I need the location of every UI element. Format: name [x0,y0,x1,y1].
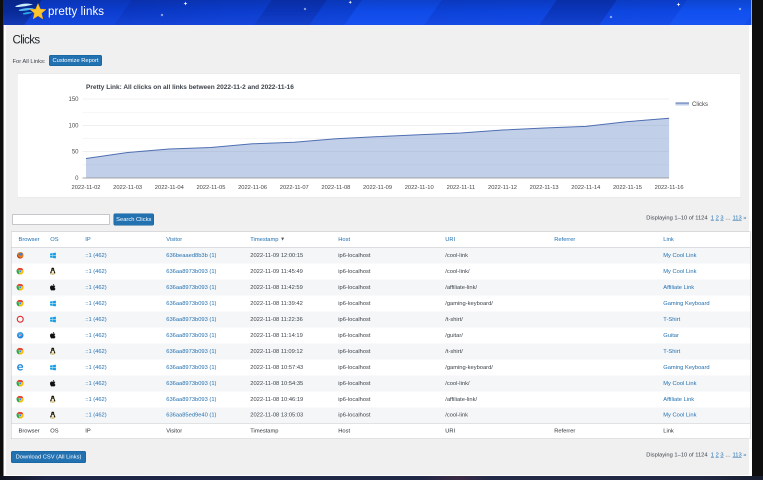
svg-text:100: 100 [68,123,79,129]
svg-text:2022-11-06: 2022-11-06 [238,185,267,191]
svg-text:2022-11-14: 2022-11-14 [571,185,601,191]
svg-text:2022-11-13: 2022-11-13 [530,185,559,191]
svg-text:2022-11-07: 2022-11-07 [280,185,309,191]
svg-text:2022-11-05: 2022-11-05 [196,185,225,191]
svg-text:150: 150 [68,97,79,103]
svg-text:Clicks: Clicks [692,102,708,108]
svg-text:2022-11-16: 2022-11-16 [655,185,684,191]
svg-text:2022-11-15: 2022-11-15 [613,185,642,191]
svg-text:2022-11-09: 2022-11-09 [363,185,392,191]
svg-text:2022-11-12: 2022-11-12 [488,185,517,191]
svg-text:50: 50 [72,150,79,156]
svg-text:0: 0 [75,176,79,182]
svg-text:2022-11-08: 2022-11-08 [321,185,350,191]
svg-text:2022-11-04: 2022-11-04 [155,185,185,191]
svg-text:2022-11-03: 2022-11-03 [113,185,142,191]
svg-text:2022-11-10: 2022-11-10 [405,185,434,191]
svg-text:2022-11-11: 2022-11-11 [447,185,476,191]
svg-text:Pretty Link: All clicks on all: Pretty Link: All clicks on all links bet… [86,84,294,91]
svg-text:2022-11-02: 2022-11-02 [72,185,101,191]
